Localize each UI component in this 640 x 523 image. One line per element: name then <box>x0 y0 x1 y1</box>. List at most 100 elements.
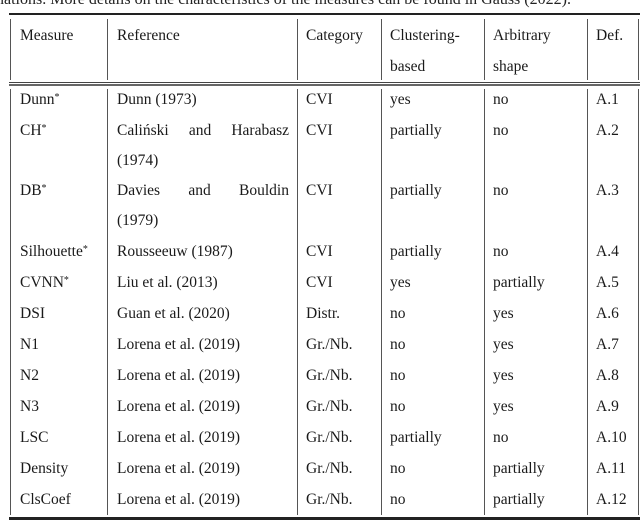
reference-word: Harabasz <box>231 122 289 139</box>
reference-word: and <box>188 122 212 139</box>
cell-clustering-based: no <box>390 460 406 477</box>
measure-name: Dunn <box>20 91 55 108</box>
column-divider <box>587 19 588 80</box>
column-divider <box>484 19 485 80</box>
cell-clustering-based: yes <box>390 274 411 291</box>
cell-def: A.7 <box>596 336 619 353</box>
cell-measure: Density <box>20 459 68 479</box>
asterisk-mark: * <box>41 123 47 134</box>
asterisk-mark: * <box>63 275 69 286</box>
cell-clustering-based: no <box>390 367 406 384</box>
column-divider <box>638 19 639 80</box>
cell-def: A.11 <box>596 460 626 477</box>
column-divider <box>381 19 382 80</box>
measure-name: ClsCoef <box>20 491 71 508</box>
top-rule <box>9 13 640 15</box>
column-divider <box>484 89 485 515</box>
cell-arbitrary-shape: yes <box>493 367 514 384</box>
cell-def: A.3 <box>596 182 619 199</box>
measure-name: CH <box>20 122 42 139</box>
cell-category: Gr./Nb. <box>306 460 353 477</box>
cell-category: Distr. <box>306 305 341 322</box>
cell-def: A.2 <box>596 122 619 139</box>
cell-reference: Caliński and Harabasz <box>117 121 289 141</box>
asterisk-mark: * <box>82 244 88 255</box>
reference-text: Davies and Bouldin <box>117 181 289 201</box>
header-arbitrary-shape: Arbitrary <box>493 27 551 44</box>
cell-reference: Lorena et al. (2019) <box>117 460 241 477</box>
cell-clustering-based: partially <box>390 122 442 139</box>
cell-def: A.8 <box>596 367 619 384</box>
header-rule-2 <box>9 84 640 86</box>
cell-reference: Guan et al. (2020) <box>117 305 230 322</box>
cell-measure: CH* <box>20 121 47 141</box>
asterisk-mark: * <box>54 92 60 103</box>
cell-reference: Lorena et al. (2019) <box>117 398 241 415</box>
measure-name: N1 <box>20 336 39 353</box>
column-divider <box>381 89 382 515</box>
cell-reference: Lorena et al. (2019) <box>117 367 241 384</box>
cell-def: A.6 <box>596 305 619 322</box>
cell-clustering-based: yes <box>390 91 411 108</box>
reference-word: Bouldin <box>239 182 289 199</box>
column-divider <box>587 89 588 515</box>
cell-reference: Liu et al. (2013) <box>117 274 218 291</box>
cell-clustering-based: partially <box>390 243 442 260</box>
cell-category: CVI <box>306 182 333 199</box>
cell-clustering-based: no <box>390 491 406 508</box>
cell-def: A.5 <box>596 274 619 291</box>
cell-reference: Rousseeuw (1987) <box>117 243 233 260</box>
measure-name: Density <box>20 460 69 477</box>
header-measure: Measure <box>20 27 74 44</box>
cell-arbitrary-shape: yes <box>493 305 514 322</box>
cell-arbitrary-shape: partially <box>493 460 545 477</box>
cell-category: CVI <box>306 91 333 108</box>
asterisk-mark: * <box>41 183 47 194</box>
column-divider <box>297 19 298 80</box>
measure-name: Silhouette <box>20 243 83 260</box>
cell-clustering-based: partially <box>390 182 442 199</box>
column-divider <box>638 89 639 515</box>
header-clustering-based-line2: based <box>390 58 426 75</box>
column-divider <box>297 89 298 515</box>
cell-reference: Lorena et al. (2019) <box>117 336 241 353</box>
measure-name: N3 <box>20 398 39 415</box>
measure-name: CVNN <box>20 274 64 291</box>
cell-category: Gr./Nb. <box>306 429 353 446</box>
measure-name: LSC <box>20 429 49 446</box>
cell-arbitrary-shape: no <box>493 429 509 446</box>
cell-def: A.9 <box>596 398 619 415</box>
measure-name: N2 <box>20 367 39 384</box>
cell-reference: Dunn (1973) <box>117 91 197 108</box>
cell-measure: N3 <box>20 397 39 417</box>
cell-def: A.12 <box>596 491 627 508</box>
cell-measure: N1 <box>20 335 39 355</box>
cell-def: A.10 <box>596 429 627 446</box>
cell-category: CVI <box>306 243 333 260</box>
cell-reference: Davies and Bouldin <box>117 181 289 201</box>
cell-category: CVI <box>306 122 333 139</box>
cell-arbitrary-shape: no <box>493 243 509 260</box>
cell-measure: Dunn* <box>20 90 59 110</box>
header-clustering-based: Clustering- <box>390 27 460 44</box>
cell-measure: CVNN* <box>20 273 69 293</box>
cell-arbitrary-shape: no <box>493 122 509 139</box>
cell-category: CVI <box>306 274 333 291</box>
cell-measure: LSC <box>20 428 48 448</box>
header-category: Category <box>306 27 363 44</box>
cell-category: Gr./Nb. <box>306 491 353 508</box>
column-divider <box>10 19 11 80</box>
reference-text: Caliński and Harabasz <box>117 121 289 141</box>
cell-clustering-based: no <box>390 305 406 322</box>
reference-word: Caliński <box>117 122 169 139</box>
cell-reference: Lorena et al. (2019) <box>117 491 241 508</box>
bottom-rule <box>9 517 640 520</box>
cell-reference-line2: (1979) <box>117 212 159 229</box>
cell-clustering-based: partially <box>390 429 442 446</box>
cell-category: Gr./Nb. <box>306 367 353 384</box>
cell-arbitrary-shape: partially <box>493 274 545 291</box>
header-rule <box>9 82 640 83</box>
cell-measure: Silhouette* <box>20 242 88 262</box>
cell-arbitrary-shape: yes <box>493 398 514 415</box>
header-reference: Reference <box>117 27 180 44</box>
